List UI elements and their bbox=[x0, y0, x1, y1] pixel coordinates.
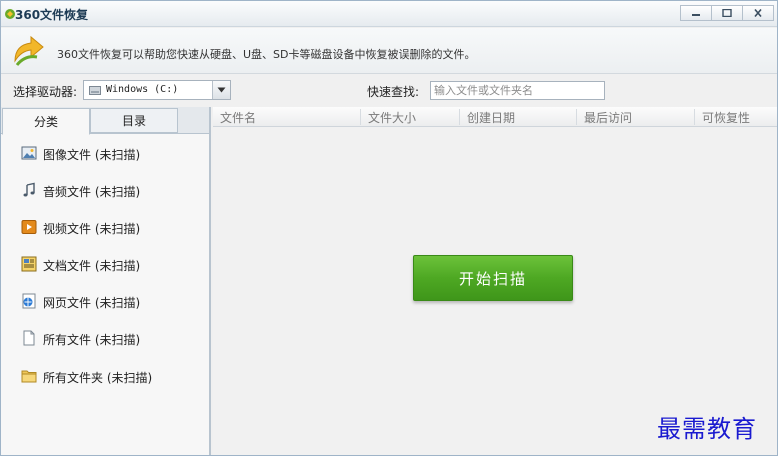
category-label: 网页文件 (未扫描) bbox=[43, 296, 141, 310]
chevron-down-icon bbox=[217, 87, 226, 93]
column-divider[interactable] bbox=[576, 109, 577, 125]
column-header-last-access[interactable]: 最后访问 bbox=[584, 109, 632, 125]
close-button[interactable] bbox=[742, 5, 774, 21]
minimize-button[interactable] bbox=[680, 5, 712, 21]
document-file-icon bbox=[21, 256, 37, 272]
category-label: 所有文件 (未扫描) bbox=[43, 333, 141, 347]
category-item-all-folders[interactable]: 所有文件夹 (未扫描) bbox=[1, 364, 209, 388]
search-label: 快速查找: bbox=[367, 85, 420, 99]
minimize-icon bbox=[692, 14, 700, 16]
info-banner: 360文件恢复可以帮助您快速从硬盘、U盘、SD卡等磁盘设备中恢复被误删除的文件。 bbox=[1, 28, 777, 74]
image-file-icon bbox=[21, 146, 37, 160]
toolbar: 选择驱动器: Windows (C:) 快速查找: bbox=[1, 75, 777, 105]
blank-file-icon bbox=[23, 330, 35, 346]
close-icon bbox=[754, 9, 762, 17]
tab-category[interactable]: 分类 bbox=[2, 108, 90, 135]
category-label: 图像文件 (未扫描) bbox=[43, 148, 141, 162]
start-scan-button[interactable]: 开始扫描 bbox=[413, 255, 573, 301]
category-item-video[interactable]: 视频文件 (未扫描) bbox=[1, 215, 209, 239]
drive-select[interactable]: Windows (C:) bbox=[83, 80, 231, 100]
folder-icon bbox=[21, 370, 37, 383]
window-title: 360文件恢复 bbox=[15, 8, 89, 22]
category-label: 视频文件 (未扫描) bbox=[43, 222, 141, 236]
panel-tabs: 分类 目录 bbox=[1, 107, 209, 135]
column-header-recoverability[interactable]: 可恢复性 bbox=[702, 109, 750, 125]
tab-directory[interactable]: 目录 bbox=[90, 108, 178, 133]
banner-description: 360文件恢复可以帮助您快速从硬盘、U盘、SD卡等磁盘设备中恢复被误删除的文件。 bbox=[57, 48, 476, 61]
column-header-created[interactable]: 创建日期 bbox=[467, 109, 515, 125]
title-bar[interactable]: 360文件恢复 bbox=[1, 1, 777, 27]
music-note-icon bbox=[23, 182, 35, 197]
category-item-all-files[interactable]: 所有文件 (未扫描) bbox=[1, 326, 209, 350]
category-item-images[interactable]: 图像文件 (未扫描) bbox=[1, 141, 209, 165]
column-divider[interactable] bbox=[694, 109, 695, 125]
recover-arrow-icon bbox=[14, 35, 44, 66]
category-panel: 分类 目录 图像文件 (未扫描) 音频文件 (未扫描) 视频文件 (未扫描) 文… bbox=[1, 107, 211, 455]
file-list-panel: 文件名 文件大小 创建日期 最后访问 可恢复性 开始扫描 bbox=[213, 107, 777, 455]
video-file-icon bbox=[21, 220, 37, 234]
maximize-icon bbox=[722, 9, 732, 17]
window-controls bbox=[680, 5, 774, 21]
column-header-filename[interactable]: 文件名 bbox=[220, 109, 256, 125]
category-item-web[interactable]: 网页文件 (未扫描) bbox=[1, 289, 209, 313]
category-item-audio[interactable]: 音频文件 (未扫描) bbox=[1, 178, 209, 202]
search-input[interactable] bbox=[430, 81, 605, 100]
web-page-icon bbox=[22, 293, 36, 309]
column-divider[interactable] bbox=[360, 109, 361, 125]
category-label: 所有文件夹 (未扫描) bbox=[43, 371, 153, 385]
watermark-text: 最需教育 bbox=[657, 415, 757, 443]
category-item-documents[interactable]: 文档文件 (未扫描) bbox=[1, 252, 209, 276]
drive-select-label: 选择驱动器: bbox=[13, 85, 78, 99]
app-window: 360文件恢复 360文件恢复可以帮助您快速从硬盘、U盘、SD卡等磁盘设备中恢复… bbox=[0, 0, 778, 456]
drive-dropdown-button[interactable] bbox=[212, 81, 230, 99]
category-label: 音频文件 (未扫描) bbox=[43, 185, 141, 199]
file-table-header: 文件名 文件大小 创建日期 最后访问 可恢复性 bbox=[213, 107, 777, 127]
column-header-filesize[interactable]: 文件大小 bbox=[368, 109, 416, 125]
hard-drive-icon bbox=[89, 86, 101, 95]
column-divider[interactable] bbox=[459, 109, 460, 125]
drive-select-value: Windows (C:) bbox=[106, 84, 179, 95]
category-label: 文档文件 (未扫描) bbox=[43, 259, 141, 273]
maximize-button[interactable] bbox=[711, 5, 743, 21]
